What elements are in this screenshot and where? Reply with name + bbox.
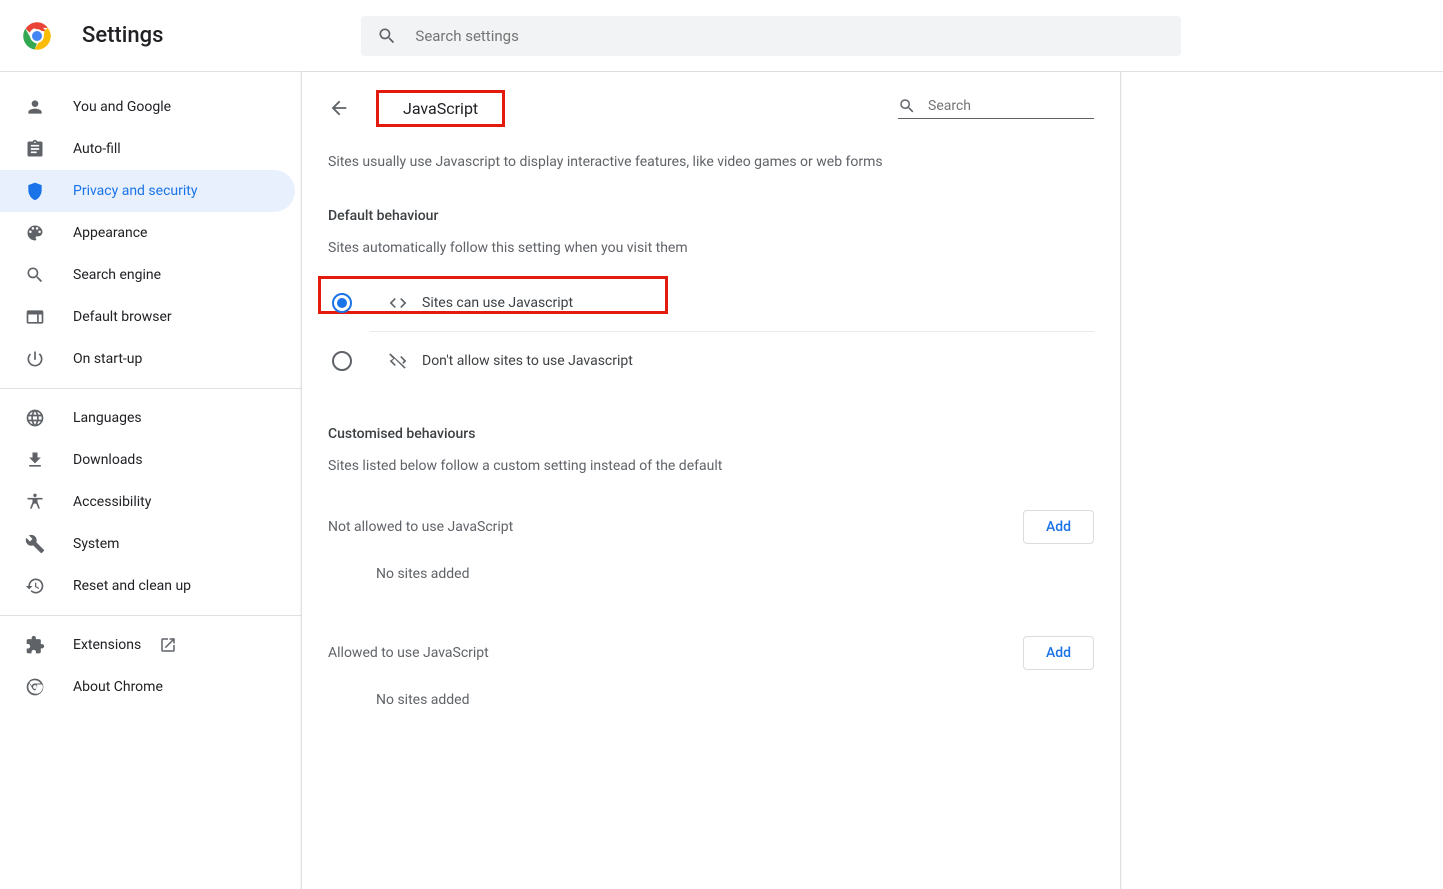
radio-label: Sites can use Javascript: [422, 295, 573, 311]
sidebar-item-system[interactable]: System: [0, 523, 295, 565]
radio-sites-can-use-js[interactable]: Sites can use Javascript: [370, 274, 1094, 332]
add-not-allowed-button[interactable]: Add: [1023, 510, 1094, 544]
sidebar-item-about[interactable]: About Chrome: [0, 666, 295, 708]
accessibility-icon: [25, 492, 45, 512]
sidebar-item-label: Reset and clean up: [73, 578, 191, 594]
search-icon: [25, 265, 45, 285]
sidebar-item-label: On start-up: [73, 351, 142, 367]
sidebar-item-startup[interactable]: On start-up: [0, 338, 295, 380]
sidebar-item-label: About Chrome: [73, 679, 163, 695]
sidebar-item-you-and-google[interactable]: You and Google: [0, 86, 295, 128]
sidebar-item-accessibility[interactable]: Accessibility: [0, 481, 295, 523]
shield-icon: [25, 181, 45, 201]
power-icon: [25, 349, 45, 369]
sidebar-item-label: System: [73, 536, 119, 552]
sidebar-item-label: Default browser: [73, 309, 172, 325]
custom-behaviours-sub: Sites listed below follow a custom setti…: [328, 458, 1094, 474]
sidebar-item-appearance[interactable]: Appearance: [0, 212, 295, 254]
allowed-label: Allowed to use JavaScript: [328, 645, 489, 661]
radio-selected-icon: [332, 293, 352, 313]
radio-unselected-icon: [332, 351, 352, 371]
section-search-input[interactable]: [928, 98, 1106, 114]
search-icon: [377, 26, 397, 46]
sidebar-item-label: Search engine: [73, 267, 161, 283]
app-title: Settings: [82, 23, 163, 48]
default-behaviour-sub: Sites automatically follow this setting …: [328, 240, 1094, 256]
sidebar-divider: [0, 615, 301, 616]
sidebar-item-search-engine[interactable]: Search engine: [0, 254, 295, 296]
sidebar-item-default-browser[interactable]: Default browser: [0, 296, 295, 338]
sidebar-item-label: Accessibility: [73, 494, 151, 510]
browser-icon: [25, 307, 45, 327]
page-header: JavaScript: [328, 88, 1094, 128]
palette-icon: [25, 223, 45, 243]
allowed-empty: No sites added: [376, 692, 1094, 708]
globe-icon: [25, 408, 45, 428]
global-search[interactable]: [361, 16, 1181, 56]
sidebar-item-downloads[interactable]: Downloads: [0, 439, 295, 481]
sidebar-item-reset[interactable]: Reset and clean up: [0, 565, 295, 607]
not-allowed-label: Not allowed to use JavaScript: [328, 519, 513, 535]
global-search-input[interactable]: [415, 27, 1165, 45]
not-allowed-empty: No sites added: [376, 566, 1094, 582]
content-card: JavaScript Sites usually use Javascript …: [301, 72, 1121, 889]
sidebar-item-label: Auto-fill: [73, 141, 121, 157]
page-description: Sites usually use Javascript to display …: [328, 154, 1094, 170]
chrome-outline-icon: [25, 677, 45, 697]
sidebar-item-label: Appearance: [73, 225, 147, 241]
sidebar-item-label: Extensions: [73, 637, 141, 653]
chrome-logo-icon: [22, 21, 52, 51]
sidebar-item-privacy[interactable]: Privacy and security: [0, 170, 295, 212]
external-link-icon: [159, 636, 177, 654]
puzzle-icon: [25, 635, 45, 655]
back-button[interactable]: [328, 88, 368, 128]
sidebar-item-label: Languages: [73, 410, 142, 426]
main-area: JavaScript Sites usually use Javascript …: [301, 72, 1443, 889]
sidebar-item-languages[interactable]: Languages: [0, 397, 295, 439]
section-search[interactable]: [898, 97, 1094, 119]
sidebar-item-autofill[interactable]: Auto-fill: [0, 128, 295, 170]
sidebar-item-label: Downloads: [73, 452, 143, 468]
sidebar-item-label: You and Google: [73, 99, 171, 115]
wrench-icon: [25, 534, 45, 554]
default-behaviour-header: Default behaviour: [328, 208, 1094, 224]
download-icon: [25, 450, 45, 470]
code-off-icon: [388, 351, 408, 371]
custom-behaviours-header: Customised behaviours: [328, 426, 1094, 442]
page-title-highlight: JavaScript: [376, 90, 505, 127]
radio-label: Don't allow sites to use Javascript: [422, 353, 633, 369]
sidebar-item-extensions[interactable]: Extensions: [0, 624, 295, 666]
sidebar-divider: [0, 388, 301, 389]
code-icon: [388, 293, 408, 313]
sidebar-item-label: Privacy and security: [73, 183, 197, 199]
allowed-row: Allowed to use JavaScript Add: [328, 636, 1094, 670]
search-icon: [898, 97, 916, 115]
not-allowed-row: Not allowed to use JavaScript Add: [328, 510, 1094, 544]
add-allowed-button[interactable]: Add: [1023, 636, 1094, 670]
clipboard-icon: [25, 139, 45, 159]
restore-icon: [25, 576, 45, 596]
app-header: Settings: [0, 0, 1443, 72]
radio-dont-allow-js[interactable]: Don't allow sites to use Javascript: [370, 332, 1094, 390]
sidebar: You and Google Auto-fill Privacy and sec…: [0, 72, 301, 889]
person-icon: [25, 97, 45, 117]
page-title: JavaScript: [403, 99, 478, 118]
